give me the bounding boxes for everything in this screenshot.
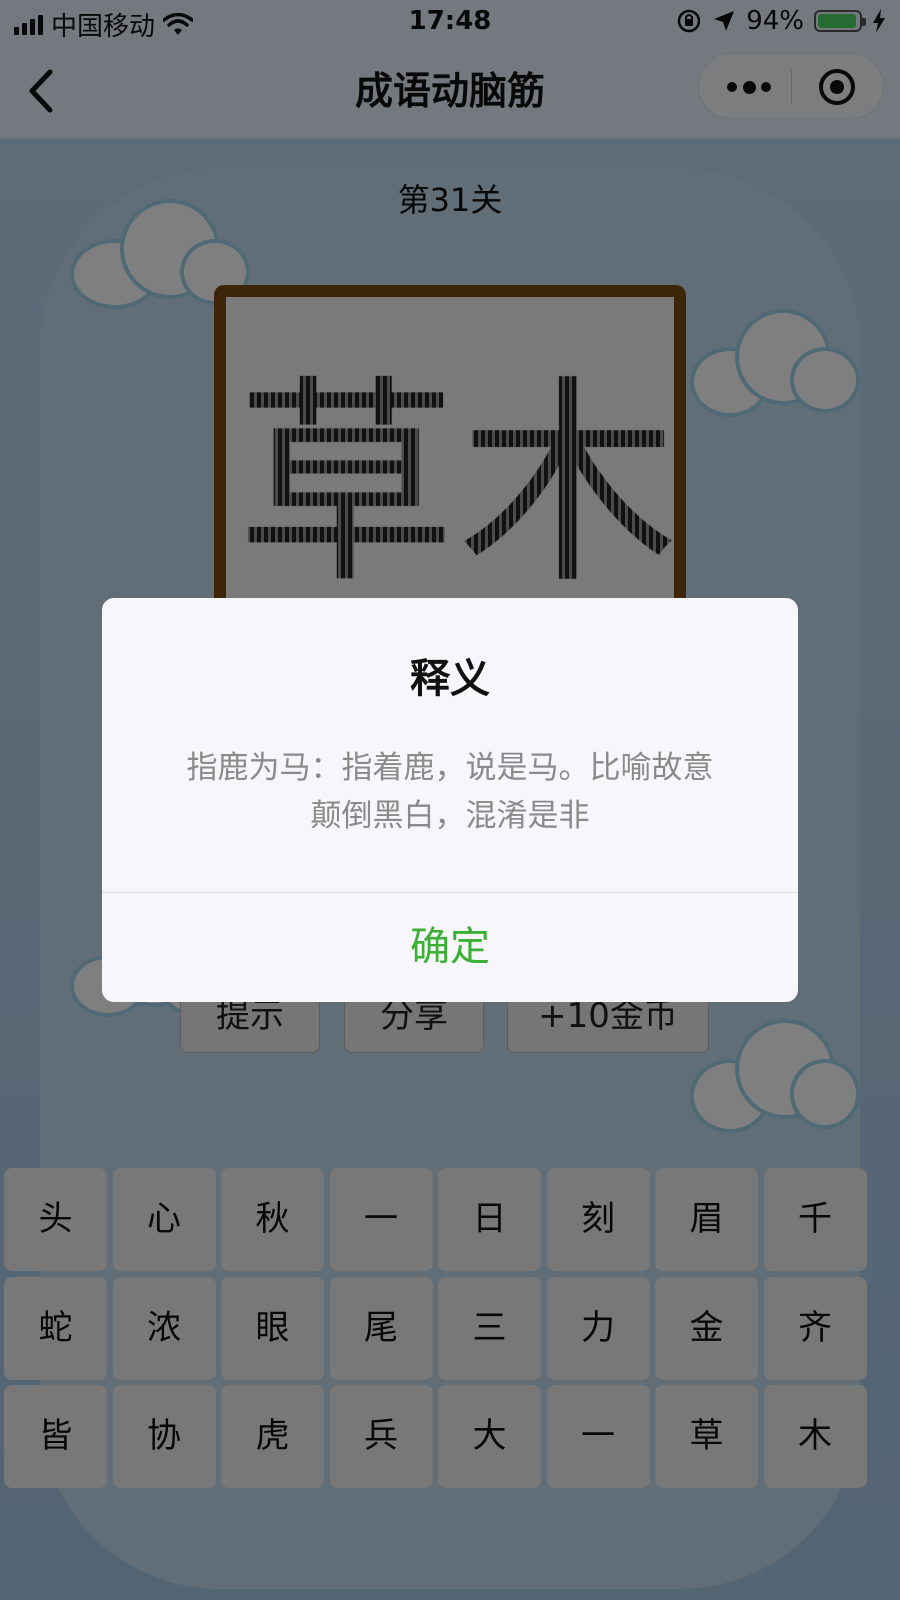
confirm-button[interactable]: 确定 <box>102 893 798 1002</box>
dialog-content-line: 颠倒黑白，混淆是非 <box>310 798 590 834</box>
definition-dialog: 释义 指鹿为马：指着鹿，说是马。比喻故意 颠倒黑白，混淆是非 确定 <box>102 598 798 1002</box>
dialog-title: 释义 <box>410 656 490 702</box>
dialog-content-line: 指鹿为马：指着鹿，说是马。比喻故意 <box>186 750 714 786</box>
dialog-content: 指鹿为马：指着鹿，说是马。比喻故意 颠倒黑白，混淆是非 <box>162 744 738 840</box>
